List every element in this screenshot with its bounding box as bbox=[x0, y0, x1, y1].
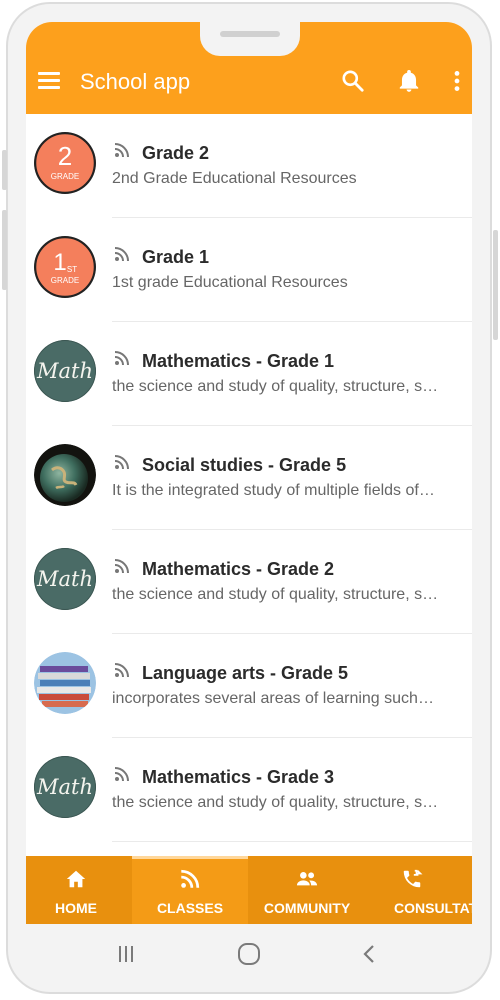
feed-icon bbox=[114, 663, 129, 678]
feed-icon bbox=[181, 869, 200, 888]
badge-word: Math bbox=[36, 359, 93, 383]
class-title: Grade 1 bbox=[142, 247, 210, 267]
class-description: 2nd Grade Educational Resources bbox=[112, 170, 357, 187]
class-title: Grade 2 bbox=[142, 143, 210, 163]
list-item[interactable]: Language arts - Grade 5 incorporates sev… bbox=[26, 634, 472, 738]
feed-icon bbox=[114, 767, 129, 782]
speaker-grille bbox=[220, 31, 280, 37]
volume-button bbox=[2, 210, 7, 290]
class-title: Mathematics - Grade 2 bbox=[142, 559, 335, 579]
search-icon[interactable] bbox=[340, 68, 366, 94]
badge-number: 2 bbox=[58, 141, 72, 171]
list-item[interactable]: Math Mathematics - Grade 1 the science a… bbox=[26, 322, 472, 426]
volume-button bbox=[2, 150, 7, 190]
divider bbox=[112, 841, 472, 842]
list-item[interactable]: Math Mathematics - Grade 3 the science a… bbox=[26, 738, 472, 842]
badge-word: Math bbox=[36, 775, 93, 799]
recents-icon[interactable] bbox=[116, 944, 136, 964]
phone-forward-icon bbox=[403, 869, 423, 888]
feed-icon bbox=[114, 143, 129, 158]
class-description: the science and study of quality, struct… bbox=[112, 378, 439, 395]
power-button bbox=[493, 230, 498, 340]
grade-1-avatar: 1 ST GRADE bbox=[34, 236, 96, 298]
tab-consultation[interactable]: CONSULTATION bbox=[364, 856, 472, 924]
app-screen: School app 2 GRADE Grade 2 2nd Grade Edu… bbox=[26, 22, 472, 924]
class-description: 1st grade Educational Resources bbox=[112, 274, 348, 291]
tab-label: HOME bbox=[55, 900, 97, 916]
tab-label: CLASSES bbox=[156, 900, 224, 916]
system-navigation-bar bbox=[26, 924, 472, 984]
list-item[interactable]: 1 ST GRADE Grade 1 1st grade Educational… bbox=[26, 218, 472, 322]
list-item[interactable]: 2 GRADE Grade 2 2nd Grade Educational Re… bbox=[26, 114, 472, 218]
bell-icon[interactable] bbox=[396, 68, 422, 94]
menu-icon[interactable] bbox=[38, 72, 60, 90]
math-avatar: Math bbox=[34, 756, 96, 818]
tab-community[interactable]: COMMUNITY bbox=[256, 856, 358, 924]
feed-icon bbox=[114, 247, 129, 262]
tab-home[interactable]: HOME bbox=[26, 856, 126, 924]
feed-icon bbox=[114, 455, 129, 470]
class-list: 2 GRADE Grade 2 2nd Grade Educational Re… bbox=[26, 114, 472, 842]
list-item[interactable]: Math Mathematics - Grade 2 the science a… bbox=[26, 530, 472, 634]
globe-avatar bbox=[34, 444, 96, 506]
class-description: the science and study of quality, struct… bbox=[112, 586, 439, 603]
home-icon bbox=[66, 870, 86, 888]
list-item[interactable]: Social studies - Grade 5 It is the integ… bbox=[26, 426, 472, 530]
bottom-navigation: HOME CLASSES COMMUNITY CONSULTA bbox=[26, 856, 472, 924]
back-icon[interactable] bbox=[360, 944, 380, 964]
app-title: School app bbox=[80, 69, 191, 94]
badge-number: 1 bbox=[53, 249, 66, 276]
feed-icon bbox=[114, 559, 129, 574]
tab-label: COMMUNITY bbox=[263, 900, 351, 916]
feed-icon bbox=[114, 351, 129, 366]
badge-label: GRADE bbox=[51, 172, 79, 181]
home-circle-icon[interactable] bbox=[237, 942, 261, 966]
books-avatar bbox=[34, 652, 96, 714]
more-vert-icon[interactable] bbox=[444, 68, 470, 94]
class-title: Social studies - Grade 5 bbox=[142, 455, 347, 475]
class-title: Mathematics - Grade 3 bbox=[142, 767, 335, 787]
app-bar: School app bbox=[26, 22, 472, 114]
math-avatar: Math bbox=[34, 340, 96, 402]
class-title: Language arts - Grade 5 bbox=[142, 663, 349, 683]
tab-classes[interactable]: CLASSES bbox=[132, 856, 248, 924]
badge-suffix: ST bbox=[67, 265, 77, 274]
tab-label: CONSULTATION bbox=[394, 900, 472, 916]
class-description: It is the integrated study of multiple f… bbox=[112, 482, 435, 499]
grade-2-avatar: 2 GRADE bbox=[34, 132, 96, 194]
badge-label: GRADE bbox=[51, 276, 79, 285]
camera-notch bbox=[200, 22, 300, 56]
class-description: the science and study of quality, struct… bbox=[112, 794, 439, 811]
badge-word: Math bbox=[36, 567, 93, 591]
class-description: incorporates several areas of learning s… bbox=[112, 690, 434, 707]
math-avatar: Math bbox=[34, 548, 96, 610]
people-icon bbox=[296, 872, 318, 886]
class-title: Mathematics - Grade 1 bbox=[142, 351, 335, 371]
